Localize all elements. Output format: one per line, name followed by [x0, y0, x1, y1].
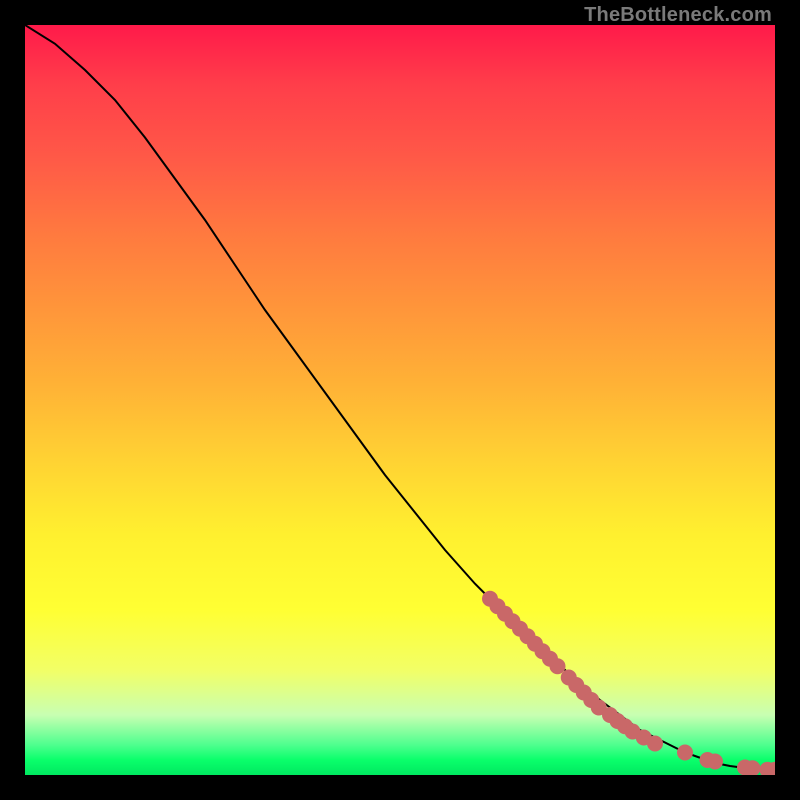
marker-group [482, 591, 775, 775]
chart-frame: TheBottleneck.com [0, 0, 800, 800]
data-marker [707, 754, 723, 770]
curve-line [25, 25, 775, 770]
plot-area [25, 25, 775, 775]
watermark: TheBottleneck.com [584, 4, 772, 27]
chart-svg [25, 25, 775, 775]
data-marker [647, 736, 663, 752]
data-marker [677, 745, 693, 761]
